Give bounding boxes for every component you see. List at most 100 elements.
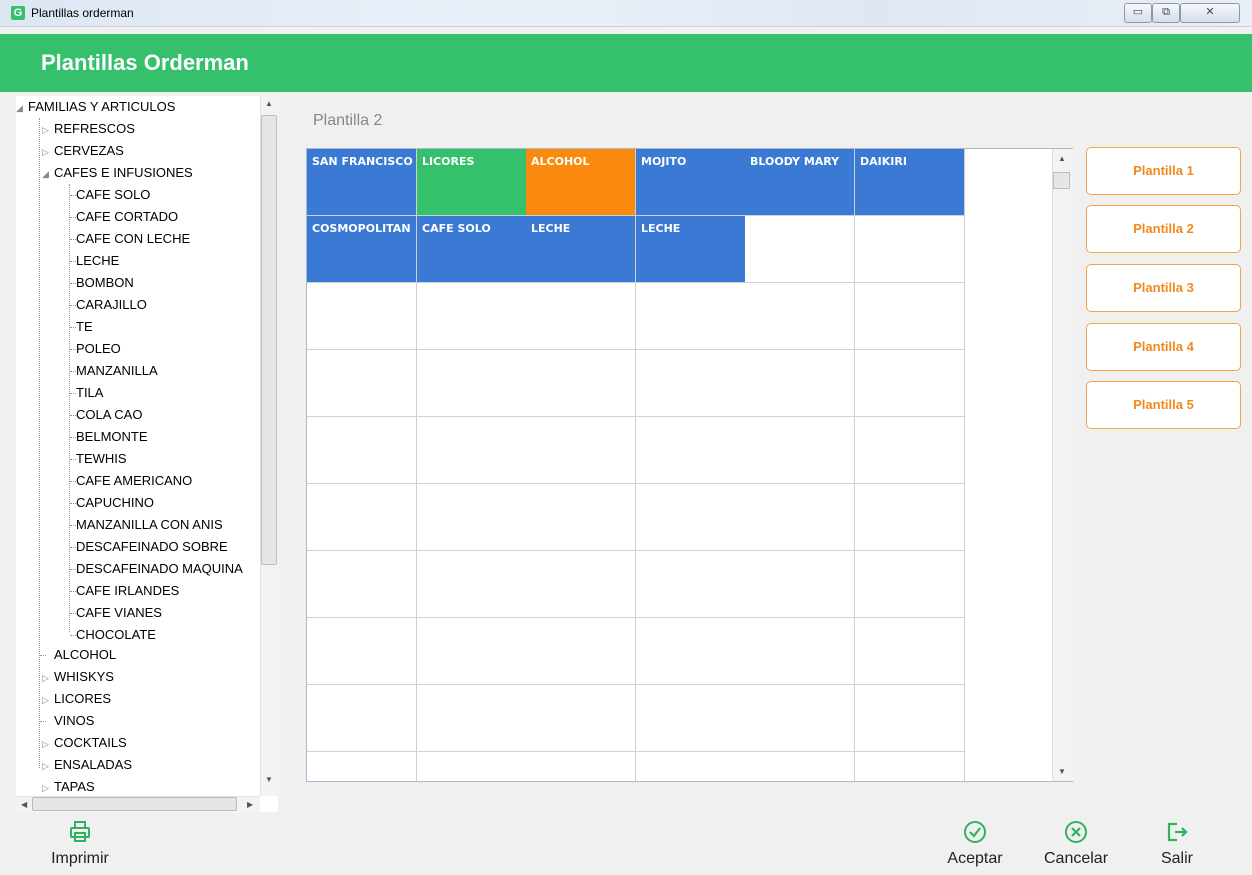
maximize-button[interactable]: ⧉ — [1152, 3, 1180, 23]
grid-empty-slot[interactable] — [636, 350, 746, 417]
plantilla-grid[interactable]: SAN FRANCISCO LICORES ALCOHOL MOJITO BLOODY … — [306, 148, 1073, 782]
grid-empty-slot[interactable] — [307, 618, 417, 685]
family-article-tree[interactable]: ◢ FAMILIAS Y ARTICULOS ▷ REFRESCOS ▷ CERVEZ… — [16, 96, 278, 812]
grid-article-tile[interactable]: BLOODY MARY — [745, 149, 855, 216]
grid-empty-slot[interactable] — [636, 283, 746, 350]
tree-item-cafe[interactable]: CAFE CON LECHE — [76, 228, 190, 250]
tree-node-licores[interactable]: ▷ LICORES — [42, 688, 111, 710]
tree-item-cafe[interactable]: CAFE CORTADO — [76, 206, 178, 228]
tree-item-cafe[interactable]: TE — [76, 316, 93, 338]
grid-empty-slot[interactable] — [526, 752, 636, 781]
grid-article-tile[interactable]: LECHE — [526, 216, 636, 283]
grid-empty-slot[interactable] — [745, 685, 855, 752]
tree-item-cafe[interactable]: TILA — [76, 382, 103, 404]
scroll-down-arrow-icon[interactable]: ▼ — [1058, 767, 1066, 776]
grid-empty-slot[interactable] — [745, 350, 855, 417]
tree-item-cafe[interactable]: BELMONTE — [76, 426, 148, 448]
grid-empty-slot[interactable] — [307, 752, 417, 781]
tree-item-cafe[interactable]: MANZANILLA — [76, 360, 158, 382]
grid-empty-slot[interactable] — [745, 484, 855, 551]
accept-button[interactable]: Aceptar — [935, 820, 1015, 868]
tree-node-cervezas[interactable]: ▷ CERVEZAS — [42, 140, 124, 162]
grid-empty-slot[interactable] — [745, 752, 855, 781]
grid-empty-slot[interactable] — [855, 350, 965, 417]
grid-vertical-scrollbar[interactable] — [1052, 149, 1073, 781]
tree-node-cocktails[interactable]: ▷ COCKTAILS — [42, 732, 127, 754]
plantilla-2-button[interactable]: Plantilla 2 — [1086, 205, 1241, 253]
tree-vertical-scroll-thumb[interactable] — [261, 115, 277, 565]
grid-empty-slot[interactable] — [636, 417, 746, 484]
grid-empty-slot[interactable] — [855, 417, 965, 484]
grid-article-tile[interactable]: ALCOHOL — [526, 149, 636, 216]
grid-empty-slot[interactable] — [307, 417, 417, 484]
grid-empty-slot[interactable] — [855, 551, 965, 618]
grid-empty-slot[interactable] — [526, 484, 636, 551]
grid-empty-slot[interactable] — [855, 618, 965, 685]
grid-empty-slot[interactable] — [307, 551, 417, 618]
plantilla-3-button[interactable]: Plantilla 3 — [1086, 264, 1241, 312]
grid-empty-slot[interactable] — [745, 551, 855, 618]
grid-empty-slot[interactable] — [855, 752, 965, 781]
print-button[interactable]: Imprimir — [40, 820, 120, 868]
grid-scroll-thumb[interactable] — [1053, 172, 1070, 189]
scroll-left-arrow-icon[interactable]: ◀ — [21, 800, 27, 809]
tree-node-alcohol[interactable]: ALCOHOL — [54, 644, 116, 666]
tree-item-cafe[interactable]: TEWHIS — [76, 448, 127, 470]
tree-item-cafe[interactable]: BOMBON — [76, 272, 134, 294]
collapsed-triangle-icon[interactable]: ▷ — [42, 689, 54, 711]
tree-item-cafe[interactable]: DESCAFEINADO SOBRE — [76, 536, 228, 558]
tree-node-refrescos[interactable]: ▷ REFRESCOS — [42, 118, 135, 140]
minimize-button[interactable]: ▭ — [1124, 3, 1152, 23]
grid-article-tile[interactable]: MOJITO — [636, 149, 746, 216]
collapsed-triangle-icon[interactable]: ▷ — [42, 141, 54, 163]
tree-node-tapas[interactable]: ▷ TAPAS — [42, 776, 95, 798]
plantilla-4-button[interactable]: Plantilla 4 — [1086, 323, 1241, 371]
tree-item-cafe[interactable]: POLEO — [76, 338, 121, 360]
scroll-up-arrow-icon[interactable]: ▲ — [265, 99, 273, 108]
grid-empty-slot[interactable] — [526, 283, 636, 350]
grid-empty-slot[interactable] — [307, 283, 417, 350]
collapsed-triangle-icon[interactable]: ▷ — [42, 733, 54, 755]
grid-empty-slot[interactable] — [855, 685, 965, 752]
grid-empty-slot[interactable] — [526, 350, 636, 417]
tree-item-cafe[interactable]: LECHE — [76, 250, 119, 272]
grid-empty-slot[interactable] — [417, 350, 527, 417]
tree-item-cafe[interactable]: CAFE AMERICANO — [76, 470, 192, 492]
scroll-right-arrow-icon[interactable]: ▶ — [247, 800, 253, 809]
tree-item-cafe[interactable]: CAFE SOLO — [76, 184, 150, 206]
grid-empty-slot[interactable] — [636, 484, 746, 551]
grid-empty-slot[interactable] — [855, 283, 965, 350]
tree-horizontal-scroll-thumb[interactable] — [32, 797, 237, 811]
cancel-button[interactable]: Cancelar — [1036, 820, 1116, 868]
tree-node-root[interactable]: ◢ FAMILIAS Y ARTICULOS — [16, 96, 175, 118]
tree-item-cafe[interactable]: CHOCOLATE — [76, 624, 156, 646]
scroll-up-arrow-icon[interactable]: ▲ — [1058, 154, 1066, 163]
close-button[interactable]: ✕ — [1180, 3, 1240, 23]
grid-empty-slot[interactable] — [417, 752, 527, 781]
grid-article-tile[interactable]: LICORES — [417, 149, 527, 216]
expanded-triangle-icon[interactable]: ◢ — [16, 97, 28, 119]
grid-empty-slot[interactable] — [417, 484, 527, 551]
collapsed-triangle-icon[interactable]: ▷ — [42, 667, 54, 689]
grid-empty-slot[interactable] — [745, 417, 855, 484]
tree-node-cafes[interactable]: ◢ CAFES E INFUSIONES — [42, 162, 193, 184]
grid-article-tile[interactable]: LECHE — [636, 216, 746, 283]
grid-empty-slot[interactable] — [417, 551, 527, 618]
tree-item-cafe[interactable]: DESCAFEINADO MAQUINA — [76, 558, 243, 580]
plantilla-1-button[interactable]: Plantilla 1 — [1086, 147, 1241, 195]
grid-article-tile[interactable]: CAFE SOLO — [417, 216, 527, 283]
grid-empty-slot[interactable] — [636, 752, 746, 781]
tree-item-cafe[interactable]: CARAJILLO — [76, 294, 147, 316]
grid-empty-slot[interactable] — [526, 618, 636, 685]
tree-item-cafe[interactable]: CAFE IRLANDES — [76, 580, 179, 602]
expanded-triangle-icon[interactable]: ◢ — [42, 163, 54, 185]
grid-article-tile[interactable]: COSMOPOLITAN — [307, 216, 417, 283]
tree-item-cafe[interactable]: CAPUCHINO — [76, 492, 154, 514]
grid-empty-slot[interactable] — [636, 618, 746, 685]
grid-empty-slot[interactable] — [745, 216, 855, 283]
grid-article-tile[interactable]: SAN FRANCISCO — [307, 149, 417, 216]
scroll-down-arrow-icon[interactable]: ▼ — [265, 775, 273, 784]
tree-node-whiskys[interactable]: ▷ WHISKYS — [42, 666, 114, 688]
grid-empty-slot[interactable] — [636, 551, 746, 618]
grid-empty-slot[interactable] — [417, 685, 527, 752]
